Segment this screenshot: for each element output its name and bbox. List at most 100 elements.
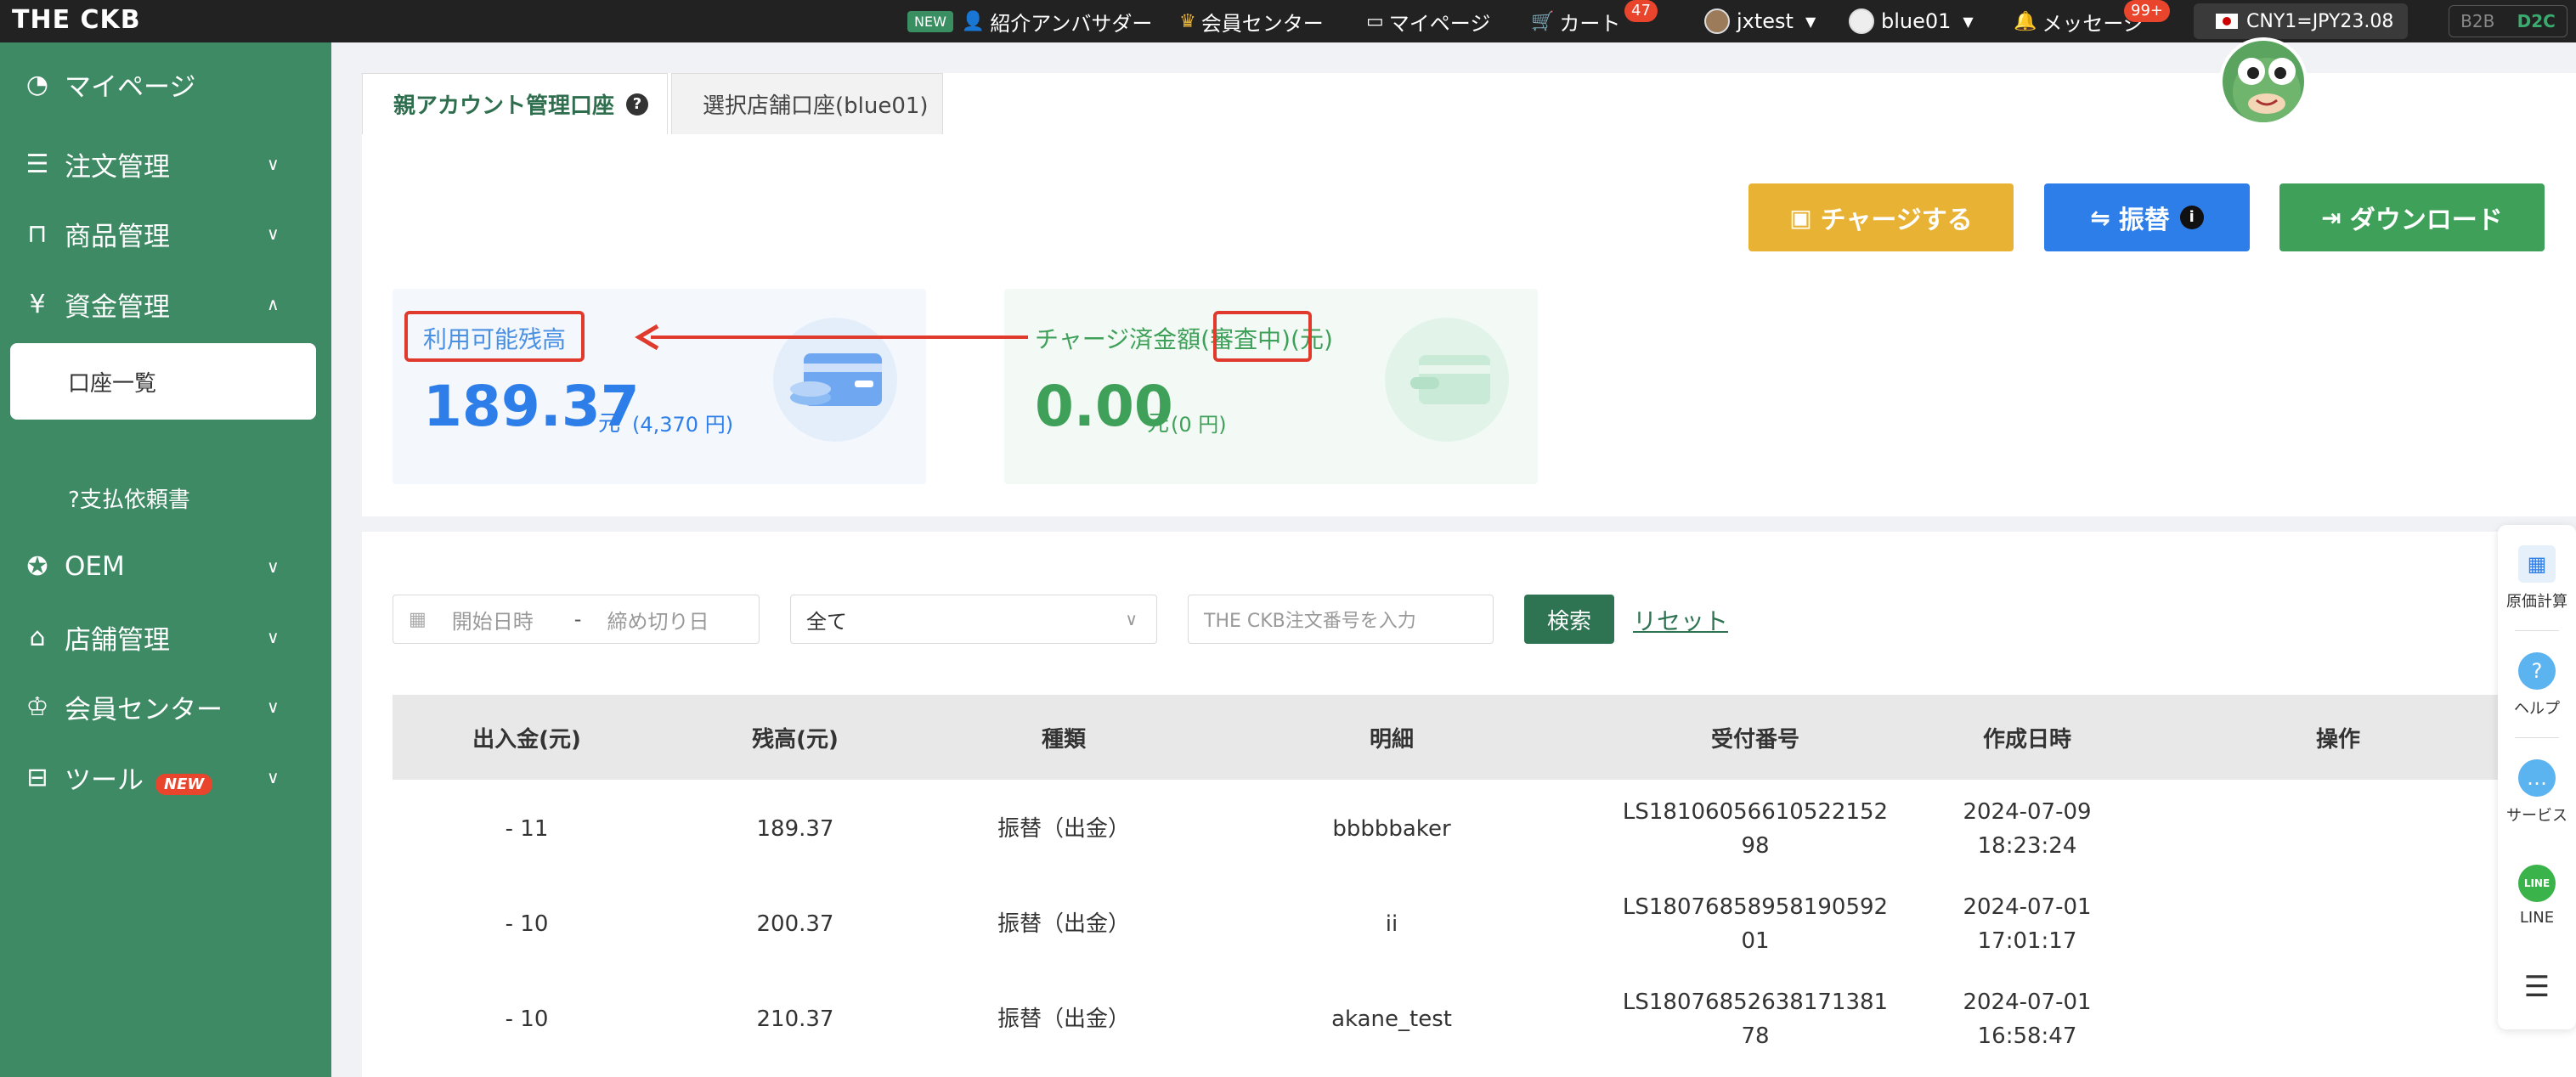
column-header: 受付番号 [1710, 726, 1799, 753]
column-header: 操作 [2315, 726, 2360, 753]
chevron-down-icon: ∨ [267, 154, 280, 174]
calculator-icon: ▦ [2518, 545, 2556, 583]
sidebar-item-stores[interactable]: ⌂ 店舗管理 ∨ [0, 607, 331, 667]
tools-label: ツール [65, 764, 144, 796]
charge-button[interactable]: ▣ チャージする [1748, 183, 2014, 251]
charged-amount-unit: 元 [1147, 411, 1170, 437]
cell-detail: ii [1385, 911, 1398, 937]
chevron-down-icon: ∨ [267, 696, 280, 717]
member-center-label: 会員センター [1200, 11, 1324, 36]
receipt-number-line2: 98 [1741, 833, 1770, 859]
highlight-available-balance [404, 311, 585, 362]
service-button[interactable]: … サービス [2498, 759, 2576, 826]
member-center-link[interactable]: ♛ 会員センター [1179, 0, 1324, 42]
sidebar-item-tools[interactable]: ⊟ ツール NEW ∨ [0, 747, 331, 807]
sidebar-item-label: 注文管理 [65, 151, 170, 183]
column-header: 作成日時 [1982, 726, 2071, 753]
type-select-value: 全て [806, 609, 847, 634]
question-icon: ? [2518, 652, 2556, 690]
tab-parent-account[interactable]: 親アカウント管理口座 ? [362, 73, 668, 134]
caret-down-icon: ▼ [1963, 13, 1974, 30]
table-header: 出入金(元) 残高(元) 種類 明細 受付番号 作成日時 操作 [393, 695, 2576, 780]
cell-date: 2024-07-01 16:58:47 [1963, 990, 2092, 1049]
exchange-rate[interactable]: CNY1=JPY23.08 [2194, 3, 2408, 39]
search-button[interactable]: 検索 [1524, 595, 1614, 644]
chevron-up-icon: ∧ [267, 294, 280, 314]
line-button[interactable]: LINE LINE [2498, 865, 2576, 927]
sidebar-item-label: ツール NEW [65, 758, 213, 797]
chevron-down-icon: ∨ [267, 767, 280, 787]
highlight-under-review [1213, 311, 1312, 362]
collapse-menu-icon[interactable]: ☰ [2498, 970, 2576, 1004]
download-button[interactable]: ⇥ ダウンロード [2279, 183, 2545, 251]
help-button[interactable]: ? ヘルプ [2498, 652, 2576, 719]
cost-calculator-button[interactable]: ▦ 原価計算 [2498, 545, 2576, 612]
mascot-avatar[interactable] [2219, 37, 2308, 126]
tab-store-account[interactable]: 選択店舗口座(blue01) [671, 73, 943, 134]
column-header: 出入金(元) [472, 726, 581, 753]
cart-icon: 🛒 [1531, 10, 1555, 32]
sidebar-item-products[interactable]: ⊓ 商品管理 ∨ [0, 204, 331, 263]
sidebar-item-label: 支払依頼書 [79, 488, 190, 513]
available-balance-unit: 元 [598, 411, 621, 437]
new-badge: NEW [155, 773, 213, 795]
cart-label: カート [1559, 11, 1621, 36]
logo[interactable]: THE CKB [12, 5, 141, 35]
user1-label: jxtest [1737, 9, 1794, 33]
badge-icon: ✪ [26, 551, 48, 582]
sidebar-item-funds[interactable]: ¥ 資金管理 ∧ [0, 274, 331, 334]
table-row: - 11 189.37 振替（出金） bbbbbaker LS181060566… [393, 781, 2576, 877]
transfer-button[interactable]: ⇋ 振替 i [2044, 183, 2250, 251]
cell-balance: 200.37 [756, 911, 834, 937]
date-range-picker[interactable]: ▦ 開始日時 - 締め切り日 [393, 595, 760, 644]
cell-balance: 189.37 [756, 816, 834, 842]
sidebar-item-oem[interactable]: ✪ OEM ∨ [0, 537, 331, 596]
sidebar-item-account-list[interactable]: 口座一覧 [10, 343, 316, 420]
avatar [1849, 8, 1874, 34]
b2b-option[interactable]: B2B [2460, 11, 2494, 31]
store-icon: ⌂ [29, 622, 46, 652]
calendar-icon: ▦ [409, 608, 427, 630]
user-jxtest-menu[interactable]: jxtest ▼ [1704, 0, 1816, 42]
user2-label: blue01 [1881, 9, 1952, 33]
crown-icon: ♛ [1179, 10, 1196, 32]
chat-icon: … [2518, 759, 2556, 797]
rate-label: CNY1=JPY23.08 [2246, 10, 2394, 32]
messages-count-badge: 99+ [2124, 0, 2170, 22]
order-number-input[interactable]: THE CKB注文番号を入力 [1188, 595, 1494, 644]
info-icon: i [2179, 206, 2204, 229]
sidebar-item-payment-request[interactable]: ?支払依頼書 [68, 482, 190, 514]
type-select[interactable]: 全て ∨ [790, 595, 1157, 644]
reset-link[interactable]: リセット [1633, 603, 1728, 637]
chevron-down-icon: ∨ [267, 223, 280, 244]
b2b-d2c-toggle[interactable]: B2B D2C [2449, 5, 2568, 37]
question-icon[interactable]: ? [626, 93, 649, 116]
sidebar-item-orders[interactable]: ☰ 注文管理 ∨ [0, 134, 331, 194]
receipt-number-line1: LS18106056610522152 [1622, 799, 1889, 825]
cell-receipt-number: LS18076858958190592 01 [1585, 877, 1925, 972]
table-row: - 10 200.37 振替（出金） ii LS1807685895819059… [393, 877, 2576, 972]
mypage-link[interactable]: ▭ マイページ [1366, 0, 1490, 42]
sidebar-item-label: 店舗管理 [65, 624, 170, 656]
start-date-input[interactable]: 開始日時 [452, 605, 545, 634]
cart-link[interactable]: 🛒 カート [1531, 0, 1620, 42]
d2c-option[interactable]: D2C [2517, 11, 2556, 31]
cell-detail: bbbbbaker [1332, 816, 1451, 842]
sidebar-item-member[interactable]: ♔ 会員センター ∨ [0, 677, 331, 736]
avatar [1704, 8, 1730, 34]
transfer-label: 振替 [2118, 206, 2170, 235]
cell-amount: - 11 [505, 816, 549, 842]
cell-type: 振替（出金） [997, 1007, 1130, 1032]
cost-label: 原価計算 [2506, 593, 2568, 611]
help-label: ヘルプ [2514, 700, 2560, 718]
date-separator: - [573, 607, 582, 631]
download-label: ダウンロード [2349, 206, 2503, 235]
end-date-input[interactable]: 締め切り日 [607, 605, 709, 634]
receipt-number-line2: 78 [1741, 1023, 1770, 1049]
sidebar-item-mypage[interactable]: ◔ マイページ [0, 54, 331, 114]
japan-flag-icon [2216, 14, 2238, 29]
ambassador-link[interactable]: NEW 👤 紹介アンバサダー [907, 0, 1152, 42]
cell-type: 振替（出金） [997, 911, 1130, 937]
divider [2515, 630, 2559, 631]
user-blue01-menu[interactable]: blue01 ▼ [1849, 0, 1974, 42]
